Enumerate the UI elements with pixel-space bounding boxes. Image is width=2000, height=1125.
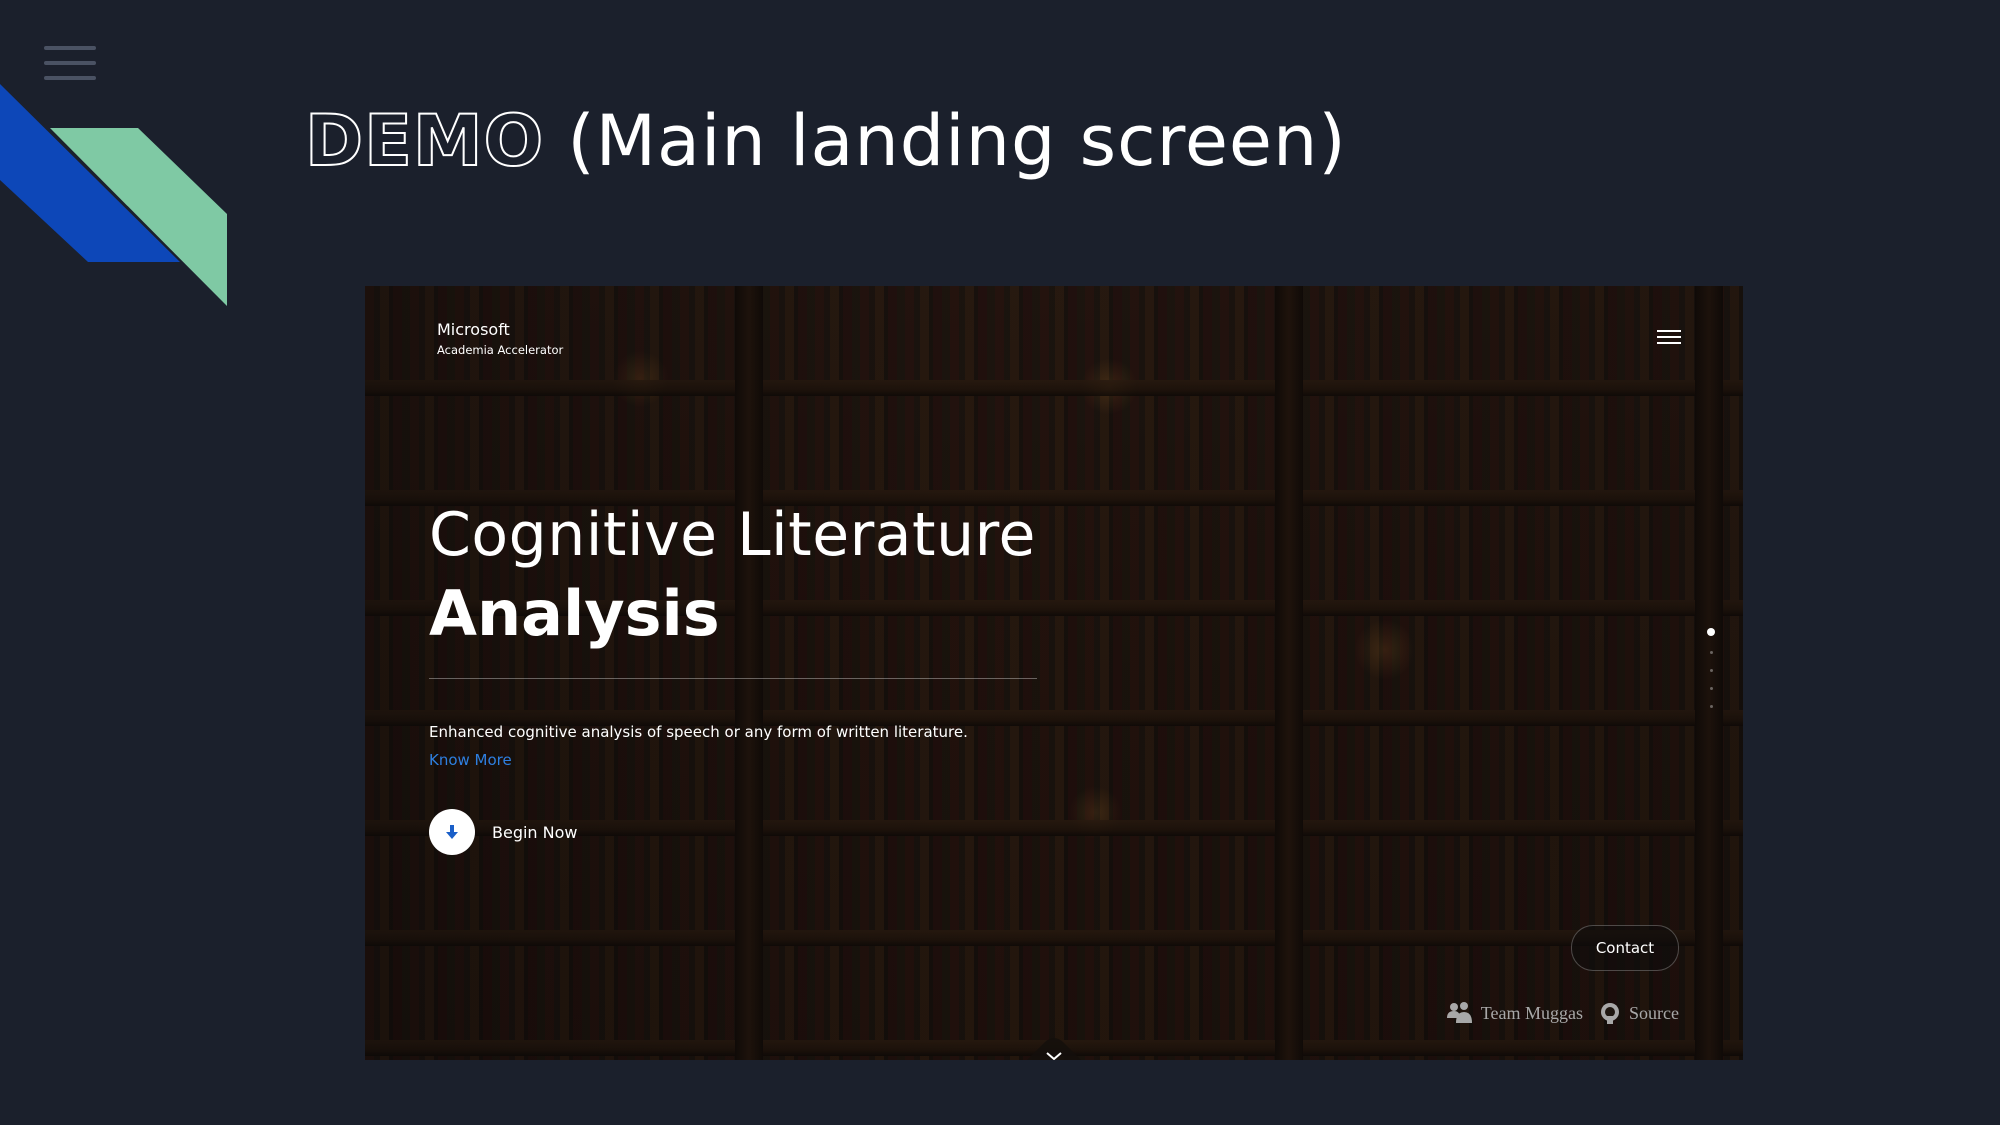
- section-dot[interactable]: [1709, 651, 1713, 654]
- brand-name: Microsoft: [437, 320, 510, 339]
- github-icon: [1601, 1003, 1620, 1024]
- slide-title-demo: DEMO: [304, 99, 545, 183]
- slide-title: DEMO (Main landing screen): [304, 99, 1347, 183]
- headline-line2: Analysis: [429, 577, 720, 650]
- begin-now-label: Begin Now: [492, 822, 578, 842]
- section-dot[interactable]: [1709, 669, 1713, 672]
- site-menu-icon[interactable]: [1657, 330, 1681, 344]
- hero-description: Enhanced cognitive analysis of speech or…: [429, 723, 968, 741]
- section-dots: [1706, 628, 1716, 723]
- section-dot[interactable]: [1709, 687, 1713, 690]
- users-icon: [1446, 1002, 1472, 1023]
- decorative-stripes: [0, 84, 227, 306]
- hero-headline: Cognitive Literature Analysis: [429, 498, 1036, 656]
- slide-title-rest: (Main landing screen): [544, 100, 1347, 182]
- divider: [429, 678, 1037, 679]
- section-dot[interactable]: [1709, 705, 1713, 708]
- know-more-link[interactable]: Know More: [429, 751, 512, 769]
- contact-button[interactable]: Contact: [1571, 925, 1679, 971]
- source-link[interactable]: Source: [1599, 1002, 1679, 1024]
- team-label: Team Muggas: [1480, 1002, 1584, 1023]
- source-label: Source: [1629, 1002, 1679, 1023]
- arrow-down-icon: [429, 809, 475, 855]
- brand-subtitle: Academia Accelerator: [437, 343, 564, 357]
- headline-line1: Cognitive Literature: [429, 500, 1036, 570]
- slide: DEMO (Main landing screen) Microsoft Aca…: [0, 0, 2000, 1125]
- brand-logo[interactable]: Microsoft Academia Accelerator: [437, 320, 563, 357]
- section-dot[interactable]: [1707, 628, 1715, 636]
- landing-screenshot: Microsoft Academia Accelerator Cognitive…: [365, 286, 1743, 1060]
- scroll-down-chevron-icon[interactable]: [1021, 1026, 1087, 1060]
- team-link[interactable]: Team Muggas: [1446, 1002, 1584, 1024]
- footer-links: Team Muggas Source: [1446, 1002, 1679, 1024]
- begin-now-button[interactable]: Begin Now: [429, 809, 578, 855]
